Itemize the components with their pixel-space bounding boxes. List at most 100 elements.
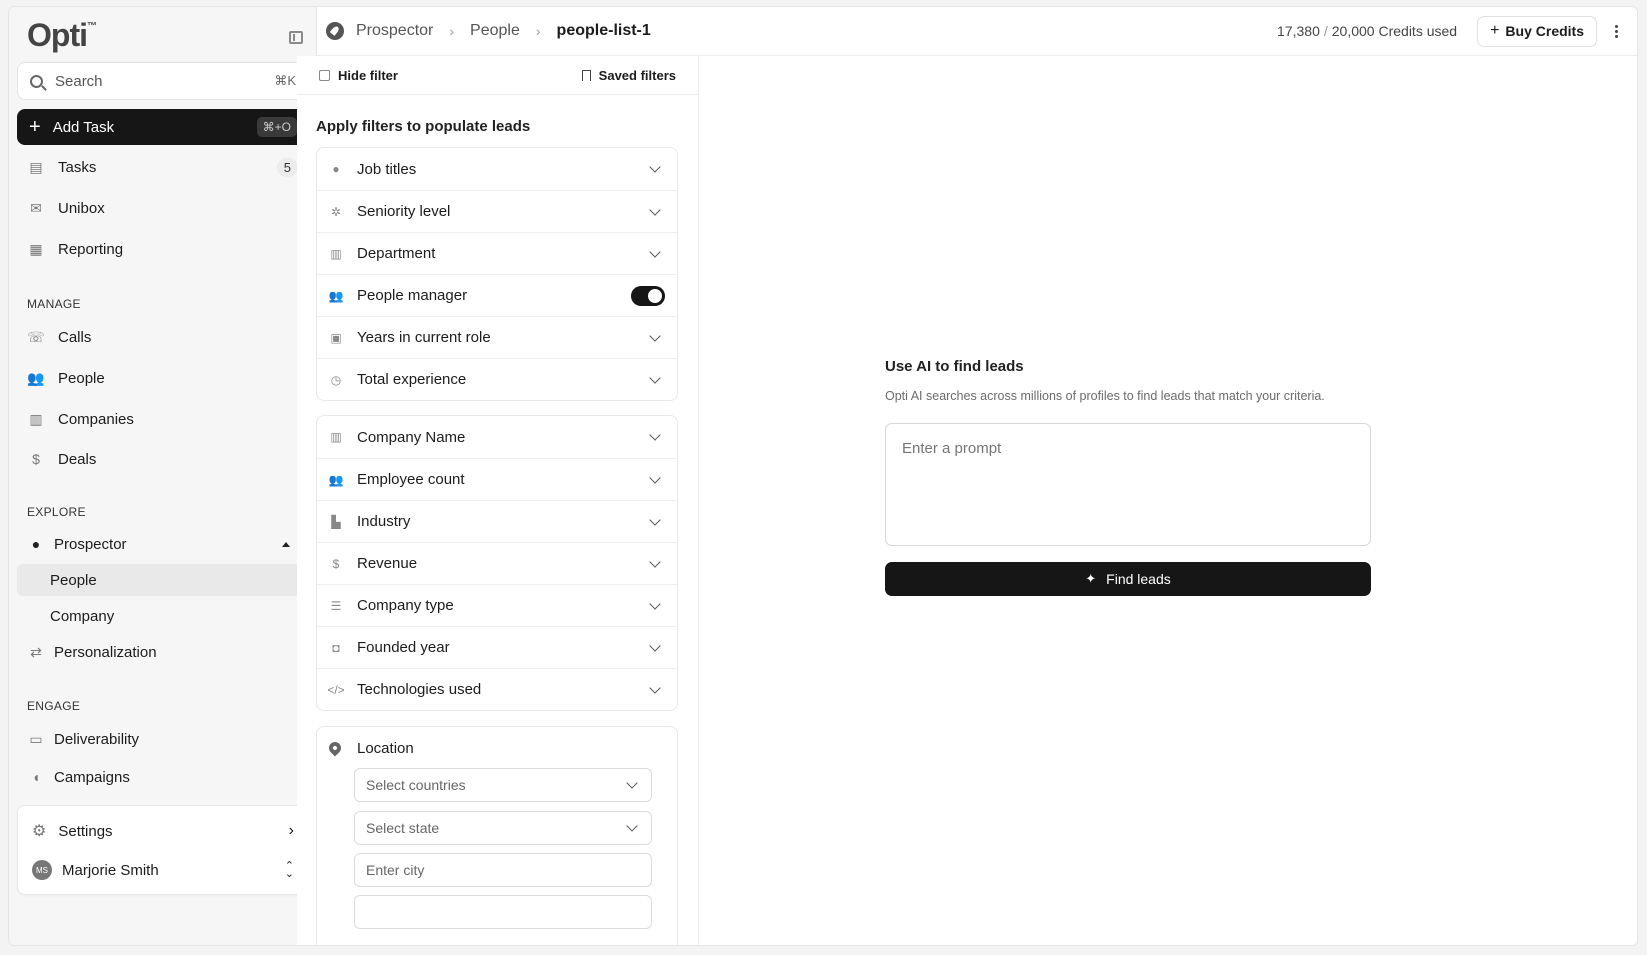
- people-icon: 👥: [27, 369, 45, 386]
- factory-icon: ▙: [331, 514, 341, 529]
- filter-company-type[interactable]: ☰ Company type: [317, 584, 677, 626]
- section-label-manage: MANAGE: [27, 297, 81, 311]
- building-icon: ▥: [330, 246, 342, 261]
- topbar: Prospector › People › people-list-1 17,3…: [317, 7, 1637, 56]
- chevron-down-icon: [649, 203, 661, 216]
- sidebar-item-deals[interactable]: $ Deals: [17, 443, 309, 475]
- saved-filters-button[interactable]: Saved filters: [581, 68, 676, 83]
- countries-select[interactable]: Select countries: [354, 768, 652, 802]
- avatar: MS: [32, 860, 52, 880]
- find-leads-button[interactable]: ✦ Find leads: [885, 562, 1371, 596]
- sidebar-item-reporting[interactable]: ▦ Reporting: [17, 233, 309, 265]
- megaphone-icon: ◖: [31, 769, 41, 785]
- filter-technologies-used[interactable]: </> Technologies used: [317, 668, 677, 710]
- state-select[interactable]: Select state: [354, 811, 652, 845]
- mail-icon: ✉: [30, 199, 42, 216]
- panel-icon: [319, 69, 330, 81]
- sidebar-item-unibox[interactable]: ✉ Unibox: [17, 192, 309, 224]
- sparkle-icon: ✦: [1085, 571, 1097, 586]
- more-options-icon[interactable]: [1615, 24, 1619, 38]
- sidebar-item-deliverability[interactable]: ▭ Deliverability: [17, 723, 309, 755]
- sliders-icon: ⇄: [30, 643, 42, 660]
- compass-icon: [326, 22, 344, 40]
- settings-button[interactable]: ⚙ Settings ›: [18, 812, 308, 850]
- person-icon: ●: [332, 162, 340, 176]
- location-filter-group: Location Select countries Select state E…: [316, 726, 678, 945]
- sidebar-item-personalization[interactable]: ⇄ Personalization: [17, 636, 309, 668]
- sidebar-item-prospector[interactable]: ● Prospector: [17, 528, 309, 560]
- filter-industry[interactable]: ▙ Industry: [317, 500, 677, 542]
- filter-founded-year[interactable]: ◘ Founded year: [317, 626, 677, 668]
- tasks-count-badge: 5: [276, 157, 298, 177]
- cake-icon: ◘: [332, 640, 340, 655]
- filter-years-in-current-role[interactable]: ▣ Years in current role: [317, 316, 677, 358]
- sidebar-footer: ⚙ Settings › MS Marjorie Smith ⌃ ⌄: [17, 805, 309, 895]
- filter-department[interactable]: ▥ Department: [317, 232, 677, 274]
- chevron-right-icon: ›: [288, 822, 294, 839]
- company-filter-group: ▥ Company Name 👥 Employee count ▙ Indust…: [316, 415, 678, 711]
- section-label-explore: EXPLORE: [27, 505, 86, 519]
- sidebar-item-prospector-company[interactable]: Company: [17, 600, 309, 632]
- chevron-right-icon: ›: [535, 23, 541, 39]
- chevron-down-icon: [649, 329, 661, 342]
- chevron-down-icon: [649, 245, 661, 258]
- filter-people-manager: 👥 People manager: [317, 274, 677, 316]
- buy-credits-button[interactable]: + Buy Credits: [1477, 15, 1597, 47]
- breadcrumb-prospector[interactable]: Prospector: [356, 22, 433, 40]
- phone-icon: ☏: [27, 328, 45, 345]
- location-header: Location: [317, 727, 677, 769]
- chevron-down-icon: [649, 597, 661, 610]
- sidebar-item-tasks[interactable]: ▤ Tasks 5: [17, 151, 309, 183]
- section-label-engage: ENGAGE: [27, 699, 81, 713]
- filter-employee-count[interactable]: 👥 Employee count: [317, 458, 677, 500]
- chevron-right-icon: ›: [449, 23, 455, 39]
- logo: Opti™: [27, 17, 97, 53]
- chevron-down-icon: [649, 161, 661, 173]
- chevron-down-icon: [649, 681, 661, 694]
- list-icon: ▤: [29, 158, 43, 175]
- dollar-icon: $: [32, 451, 40, 467]
- search-icon: [30, 74, 43, 88]
- filter-toolbar: Hide filter Saved filters: [297, 56, 698, 95]
- bookmark-icon: [581, 69, 591, 81]
- chevron-down-icon: [649, 513, 661, 526]
- plus-icon: +: [1490, 22, 1500, 39]
- people-manager-toggle[interactable]: [631, 285, 665, 306]
- breadcrumb-current: people-list-1: [556, 22, 651, 39]
- caret-up-icon: [282, 541, 290, 547]
- people-icon: 👥: [328, 288, 344, 303]
- user-menu-button[interactable]: MS Marjorie Smith ⌃ ⌄: [18, 851, 308, 889]
- building-icon: ▥: [29, 410, 43, 427]
- sidebar-item-calls[interactable]: ☏ Calls: [17, 321, 309, 353]
- breadcrumb-people[interactable]: People: [470, 22, 520, 40]
- breadcrumb: Prospector › People › people-list-1: [317, 22, 651, 40]
- sidebar-item-people[interactable]: 👥 People: [17, 362, 309, 394]
- sidebar-item-campaigns[interactable]: ◖ Campaigns: [17, 761, 309, 793]
- sidebar-item-companies[interactable]: ▥ Companies: [17, 403, 309, 435]
- filter-revenue[interactable]: $ Revenue: [317, 542, 677, 584]
- search-input[interactable]: Search ⌘K: [17, 62, 309, 100]
- dollar-icon: $: [332, 556, 340, 571]
- location-extra-input[interactable]: [354, 895, 652, 929]
- report-icon: ▦: [29, 240, 43, 257]
- hide-filter-button[interactable]: Hide filter: [319, 68, 398, 83]
- chevron-down-icon: [649, 639, 661, 652]
- city-input[interactable]: Enter city: [354, 853, 652, 887]
- people-icon: 👥: [328, 472, 344, 487]
- filter-total-experience[interactable]: ◷ Total experience: [317, 358, 677, 400]
- filter-job-titles[interactable]: ● Job titles: [317, 148, 677, 190]
- chevron-down-icon: [649, 471, 661, 484]
- seniority-icon: ✲: [330, 204, 342, 219]
- sidebar: Opti™ Search ⌘K + Add Task ⌘+O ▤ Tasks 5…: [9, 7, 317, 945]
- chevron-down-icon: [626, 777, 638, 789]
- filter-seniority-level[interactable]: ✲ Seniority level: [317, 190, 677, 232]
- credits-usage: 17,380/20,000 Credits used: [1277, 23, 1458, 39]
- gear-icon: ⚙: [32, 823, 47, 840]
- sidebar-toggle-icon[interactable]: [289, 31, 303, 44]
- filter-company-name[interactable]: ▥ Company Name: [317, 416, 677, 458]
- prompt-input[interactable]: [885, 423, 1371, 546]
- add-task-button[interactable]: + Add Task ⌘+O: [17, 109, 309, 145]
- sidebar-item-prospector-people[interactable]: People: [17, 564, 309, 596]
- person-filter-group: ● Job titles ✲ Seniority level ▥ Departm…: [316, 147, 678, 401]
- chevron-down-icon: [649, 555, 661, 568]
